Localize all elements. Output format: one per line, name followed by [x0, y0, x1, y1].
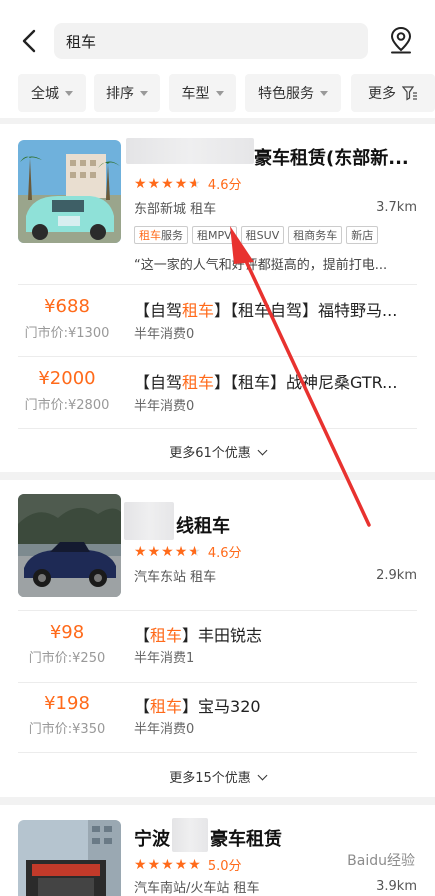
section-divider: [0, 797, 435, 805]
star-icon: ★: [174, 543, 188, 560]
deal-original-price: 门市价:¥2800: [24, 398, 110, 413]
deal-title: 【租车】丰田锐志: [134, 626, 263, 645]
shop-photo: [18, 494, 121, 597]
section-divider: [0, 118, 435, 124]
deal-original-price: 门市价:¥1300: [24, 326, 110, 341]
filter-label: 车型: [181, 86, 210, 102]
chevron-down-icon: [257, 445, 268, 456]
shop-distance: 2.9km: [376, 568, 417, 583]
status-bar: [0, 0, 435, 12]
shop-name-suffix: 豪车租赁: [210, 829, 282, 850]
caret-down-icon: [215, 90, 224, 96]
deal-title: 【自驾租车】【租车自驾】福特野马...: [134, 301, 398, 320]
shop-photo: [18, 140, 121, 243]
filter-label: 全城: [31, 86, 59, 102]
separator: [18, 682, 417, 683]
more-deals-label: 更多15个优惠: [169, 771, 251, 786]
service-tag: 租车 服务: [134, 226, 188, 244]
deal-price: ¥98: [49, 622, 85, 643]
chevron-left-icon[interactable]: [16, 26, 44, 56]
deal-sales: 半年消费0: [134, 722, 195, 737]
search-input[interactable]: 租车: [54, 23, 368, 59]
deal-title: 【租车】宝马320: [134, 697, 261, 716]
filter-special-service[interactable]: 特色服务: [245, 74, 341, 112]
deal-title: 【自驾租车】【租车】战神尼桑GTR...: [134, 373, 398, 392]
star-icon: ★: [174, 856, 188, 873]
star-icon: ★: [134, 175, 147, 192]
star-icon: ★: [147, 856, 161, 873]
rating-score: 5.0分: [207, 859, 242, 874]
deal-sales: 半年消费0: [134, 327, 195, 342]
filter-label: 更多: [368, 86, 396, 102]
rating-stars: ★ ★ ★ ★ ★ 5.0分: [134, 855, 242, 875]
filter-label: 排序: [106, 86, 134, 102]
deal-sales: 半年消费0: [134, 399, 195, 414]
deal-price: ¥198: [44, 693, 90, 714]
header: 租车: [0, 16, 435, 66]
service-tag: 租 MPV: [192, 226, 237, 244]
blurred-name-part: [124, 502, 174, 540]
deal-original-price: 门市价:¥350: [28, 722, 106, 737]
caret-down-icon: [320, 90, 328, 96]
search-query: 租车: [66, 33, 97, 51]
shop-photo: [18, 820, 121, 896]
rating-score: 4.6分: [207, 178, 242, 193]
filter-more[interactable]: 更多: [351, 74, 435, 112]
more-deals-link[interactable]: 更多61个优惠: [0, 442, 435, 461]
shop-name-prefix: 宁波: [134, 829, 170, 850]
shop-name: 豪车租赁(东部新...: [254, 148, 409, 169]
chevron-down-icon: [257, 770, 268, 781]
filter-funnel-icon: [402, 86, 417, 101]
caret-down-icon: [140, 90, 148, 96]
watermark: Baidu经验: [347, 853, 415, 869]
star-icon: ★: [188, 856, 201, 873]
separator: [18, 284, 417, 285]
separator: [18, 610, 417, 611]
deal-original-price: 门市价:¥250: [28, 651, 106, 666]
section-divider: [0, 472, 435, 480]
deal-sales: 半年消费1: [134, 651, 195, 666]
tag-list: 租车 服务 租 MPV 租SUV 租商务车 新店: [134, 226, 379, 244]
half-star-icon: ★: [188, 543, 201, 560]
service-tag: 租SUV: [240, 226, 285, 244]
more-deals-label: 更多61个优惠: [169, 446, 251, 461]
half-star-icon: ★: [188, 175, 201, 192]
shop-location: 汽车东站 租车: [134, 570, 217, 585]
shop-distance: 3.7km: [376, 200, 417, 215]
filter-area[interactable]: 全城: [18, 74, 86, 112]
service-tag: 租商务车: [288, 226, 343, 244]
deal-price: ¥688: [44, 296, 90, 317]
star-icon: ★: [174, 175, 188, 192]
star-icon: ★: [161, 175, 174, 192]
separator: [18, 356, 417, 357]
star-icon: ★: [134, 543, 147, 560]
more-deals-link[interactable]: 更多15个优惠: [0, 767, 435, 786]
star-icon: ★: [161, 543, 174, 560]
review-snippet: “这一家的人气和好评都挺高的，提前打电...: [134, 258, 388, 273]
star-icon: ★: [147, 543, 161, 560]
star-icon: ★: [161, 856, 174, 873]
rating-stars: ★ ★ ★ ★ ★ 4.6分: [134, 542, 242, 562]
shop-name: 线租车: [176, 516, 230, 537]
map-pin-icon[interactable]: [386, 25, 416, 55]
filter-sort[interactable]: 排序: [94, 74, 160, 112]
blurred-name-part: [172, 818, 208, 852]
separator: [18, 752, 417, 753]
separator: [18, 428, 417, 429]
filter-label: 特色服务: [258, 86, 314, 102]
star-icon: ★: [134, 856, 147, 873]
shop-distance: 3.9km: [376, 879, 417, 894]
blurred-name-part: [126, 138, 254, 164]
rating-stars: ★ ★ ★ ★ ★ 4.6分: [134, 174, 242, 194]
star-icon: ★: [147, 175, 161, 192]
filter-car-type[interactable]: 车型: [169, 74, 236, 112]
rating-score: 4.6分: [207, 546, 242, 561]
shop-location: 东部新城 租车: [134, 202, 217, 217]
shop-location: 汽车南站/火车站 租车: [134, 881, 260, 896]
service-tag: 新店: [346, 226, 379, 244]
filter-bar: 全城 排序 车型 特色服务 更多: [0, 74, 435, 112]
deal-price: ¥2000: [38, 368, 96, 389]
caret-down-icon: [65, 90, 73, 96]
